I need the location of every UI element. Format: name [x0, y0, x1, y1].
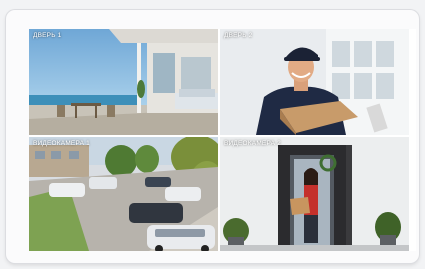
camera-feed-image [29, 29, 218, 135]
camera-label: ВИДЕОКАМЕРА 2 [224, 140, 281, 147]
camera-label: ДВЕРЬ 1 [33, 32, 62, 39]
camera-label: ДВЕРЬ 2 [224, 32, 253, 39]
camera-tile-camera-1[interactable]: ВИДЕОКАМЕРА 1 [29, 137, 218, 251]
camera-feed-image [29, 137, 218, 251]
camera-tile-door-1[interactable]: ДВЕРЬ 1 [29, 29, 218, 135]
camera-feed-image [220, 137, 409, 251]
camera-label: ВИДЕОКАМЕРА 1 [33, 140, 90, 147]
camera-feed-image [220, 29, 409, 135]
camera-tile-camera-2[interactable]: ВИДЕОКАМЕРА 2 [220, 137, 409, 251]
camera-grid: ДВЕРЬ 1 ДВЕРЬ 2 ВИДЕОКАМЕРА 1 ВИДЕОКАМЕР… [29, 29, 416, 251]
camera-tile-door-2[interactable]: ДВЕРЬ 2 [220, 29, 409, 135]
intercom-monitor: ДВЕРЬ 1 ДВЕРЬ 2 ВИДЕОКАМЕРА 1 ВИДЕОКАМЕР… [6, 10, 419, 263]
